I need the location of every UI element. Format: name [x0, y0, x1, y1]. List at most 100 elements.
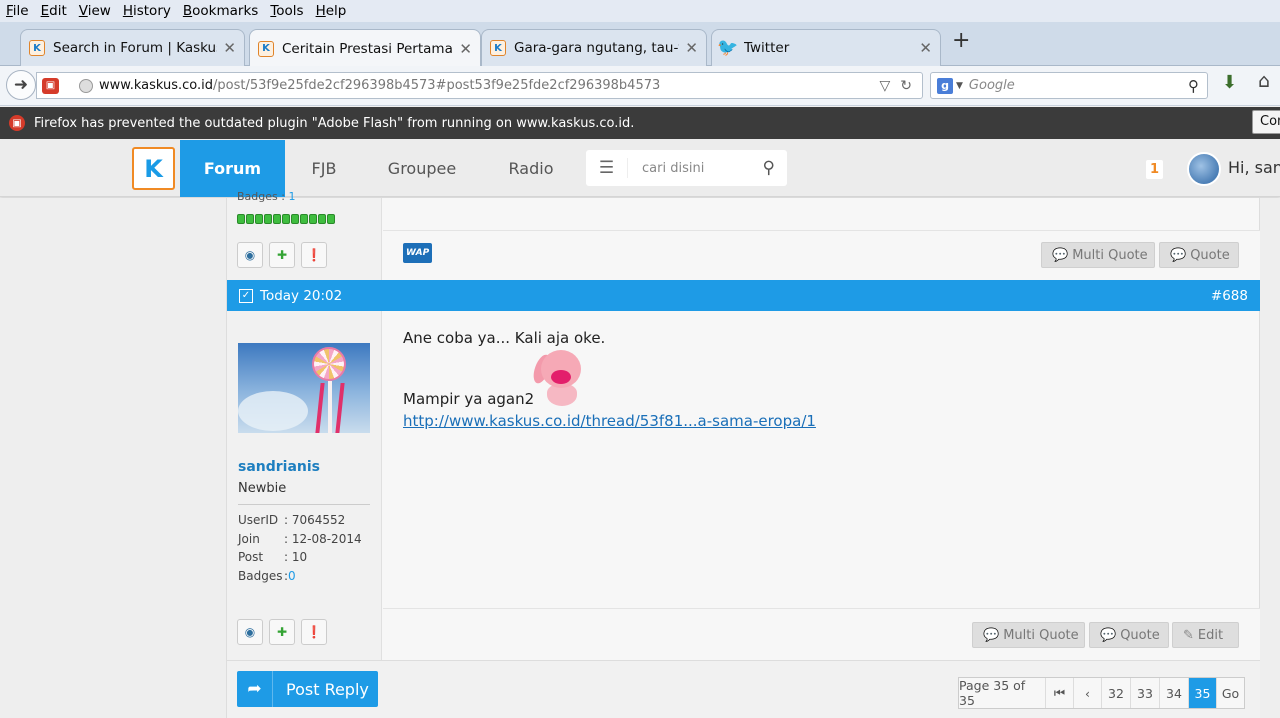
search-placeholder: Google — [968, 78, 1015, 93]
nav-forum[interactable]: Forum — [180, 140, 285, 197]
post-header-bar: ✓ Today 20:02 #688 — [227, 280, 1260, 311]
wap-icon: WAP — [403, 243, 433, 263]
reload-icon[interactable]: ↻ — [900, 78, 912, 94]
plugin-notification-bar: ▣ Firefox has prevented the outdated plu… — [0, 107, 1280, 139]
comments-icon: 💬 — [983, 627, 1000, 643]
kaskus-logo[interactable]: K — [132, 147, 175, 190]
view-profile-icon[interactable]: ◉ — [237, 242, 263, 268]
globe-icon — [79, 78, 93, 93]
first-page-icon[interactable]: ⏮ — [1045, 678, 1073, 708]
tab-strip: K Search in Forum | Kaskus - ... ✕ K Cer… — [0, 22, 1280, 67]
twitter-icon: 🐦 — [717, 38, 739, 58]
thread-posts: Badges : 1 ◉ ✚ ❗ WAP 💬 Multi Quote 💬 Quote… — [226, 190, 1260, 718]
menu-bookmarks[interactable]: Bookmarks — [183, 3, 258, 19]
quote-button[interactable]: 💬 Quote — [1089, 622, 1169, 648]
report-icon[interactable]: ❗ — [301, 619, 327, 645]
reply-bar: ➦ Post Reply Page 35 of 35 ⏮ ‹ 32 33 34 … — [227, 660, 1260, 718]
close-icon[interactable]: ✕ — [223, 39, 236, 57]
user-join-row: Join: 12-08-2014 — [238, 532, 362, 546]
prev-post-footer: WAP 💬 Multi Quote 💬 Quote — [383, 230, 1260, 280]
view-profile-icon[interactable]: ◉ — [237, 619, 263, 645]
tab-title: Gara-gara ngutang, tau-ta... — [514, 40, 679, 56]
thread-link[interactable]: http://www.kaskus.co.id/thread/53f81...a… — [403, 412, 816, 430]
continue-button[interactable]: Continue — [1252, 110, 1280, 134]
site-search[interactable]: ☰ cari disini ⚲ — [586, 150, 787, 186]
search-bar[interactable]: g ▼ Google ⚲ — [930, 72, 1208, 99]
menu-tools[interactable]: Tools — [270, 3, 303, 19]
dropdown-arrow-icon[interactable]: ▽ — [879, 78, 890, 94]
user-actions: ◉ ✚ ❗ — [237, 619, 327, 645]
download-icon[interactable]: ⬇ — [1222, 72, 1237, 93]
post-date: Today 20:02 — [260, 287, 343, 304]
tab-title: Twitter — [744, 40, 790, 56]
search-icon[interactable]: ⚲ — [1188, 77, 1199, 95]
menu-history[interactable]: History — [123, 3, 171, 19]
close-icon[interactable]: ✕ — [919, 39, 932, 57]
url-text[interactable]: www.kaskus.co.id/post/53f9e25fde2cf29639… — [99, 78, 879, 93]
give-reputation-icon[interactable]: ✚ — [269, 619, 295, 645]
back-button[interactable]: ➜ — [6, 70, 36, 100]
menu-help[interactable]: Help — [316, 3, 347, 19]
user-avatar[interactable] — [1187, 152, 1221, 186]
page-link[interactable]: 34 — [1159, 678, 1188, 708]
menu-file[interactable]: File — [6, 3, 29, 19]
multi-quote-button[interactable]: 💬 Multi Quote — [1041, 242, 1155, 268]
tab-title: Ceritain Prestasi Pertamax ... — [282, 40, 453, 57]
page-indicator: Page 35 of 35 — [959, 678, 1026, 708]
nav-radio[interactable]: Radio — [482, 140, 580, 197]
back-arrow-icon: ➜ — [13, 75, 29, 95]
tab-ceritain-prestasi[interactable]: K Ceritain Prestasi Pertamax ... ✕ — [249, 29, 481, 67]
divider — [238, 504, 370, 505]
chevron-down-icon[interactable]: ▼ — [956, 81, 963, 91]
reputation-bar — [237, 214, 335, 224]
badges-count-link[interactable]: 0 — [288, 569, 296, 583]
navigation-bar: ▣ www.kaskus.co.id/post/53f9e25fde2cf296… — [0, 66, 1280, 106]
user-avatar-image[interactable] — [238, 343, 370, 433]
comments-icon: 💬 — [1052, 247, 1069, 263]
blocked-plugin-icon: ▣ — [9, 115, 25, 131]
home-icon[interactable]: ⌂ — [1258, 70, 1270, 92]
tab-search-forum[interactable]: K Search in Forum | Kaskus - ... ✕ — [20, 29, 245, 66]
report-icon[interactable]: ❗ — [301, 242, 327, 268]
address-bar[interactable]: ▣ www.kaskus.co.id/post/53f9e25fde2cf296… — [36, 72, 923, 99]
user-greeting[interactable]: Hi, sandrianis — [1228, 158, 1280, 177]
notification-badge[interactable]: 1 — [1146, 160, 1163, 179]
comment-icon: 💬 — [1170, 247, 1187, 263]
tab-gara-gara[interactable]: K Gara-gara ngutang, tau-ta... ✕ — [481, 29, 707, 66]
prev-user-actions: ◉ ✚ ❗ — [237, 242, 327, 268]
give-reputation-icon[interactable]: ✚ — [269, 242, 295, 268]
google-icon[interactable]: g — [937, 77, 953, 94]
nav-fjb[interactable]: FJB — [285, 140, 363, 197]
close-icon[interactable]: ✕ — [685, 39, 698, 57]
post-user-column: sandrianis Newbie UserID: 7064552 Join: … — [227, 311, 382, 718]
new-tab-button[interactable]: + — [952, 30, 970, 52]
plugin-blocked-icon[interactable]: ▣ — [42, 77, 59, 94]
edit-button[interactable]: ✎ Edit — [1172, 622, 1239, 648]
kaskus-icon: K — [490, 40, 506, 56]
go-button[interactable]: Go — [1216, 678, 1244, 708]
pink-emoticon-icon — [530, 348, 585, 406]
prev-badges: Badges : 1 — [237, 190, 296, 203]
menu-edit[interactable]: Edit — [41, 3, 67, 19]
current-page[interactable]: 35 — [1188, 678, 1216, 708]
prev-page-icon[interactable]: ‹ — [1073, 678, 1101, 708]
search-icon[interactable]: ⚲ — [763, 158, 775, 178]
nav-groupee[interactable]: Groupee — [372, 140, 472, 197]
quote-button[interactable]: 💬 Quote — [1159, 242, 1239, 268]
menu-view[interactable]: View — [79, 3, 111, 19]
comment-icon: 💬 — [1100, 627, 1117, 643]
page-link[interactable]: 32 — [1101, 678, 1130, 708]
multi-quote-button[interactable]: 💬 Multi Quote — [972, 622, 1085, 648]
kaskus-icon: K — [29, 40, 45, 56]
page-link[interactable]: 33 — [1130, 678, 1159, 708]
close-icon[interactable]: ✕ — [459, 40, 472, 58]
tab-title: Search in Forum | Kaskus - ... — [53, 40, 217, 56]
checkbox-icon[interactable]: ✓ — [239, 288, 253, 303]
username-link[interactable]: sandrianis — [238, 459, 320, 475]
post-reply-button[interactable]: ➦ Post Reply — [237, 671, 378, 707]
user-id-row: UserID: 7064552 — [238, 513, 346, 527]
tab-twitter[interactable]: 🐦 Twitter ✕ — [711, 29, 941, 66]
list-icon[interactable]: ☰ — [586, 158, 628, 178]
post-number-link[interactable]: #688 — [1211, 288, 1248, 304]
user-rank: Newbie — [238, 481, 287, 496]
